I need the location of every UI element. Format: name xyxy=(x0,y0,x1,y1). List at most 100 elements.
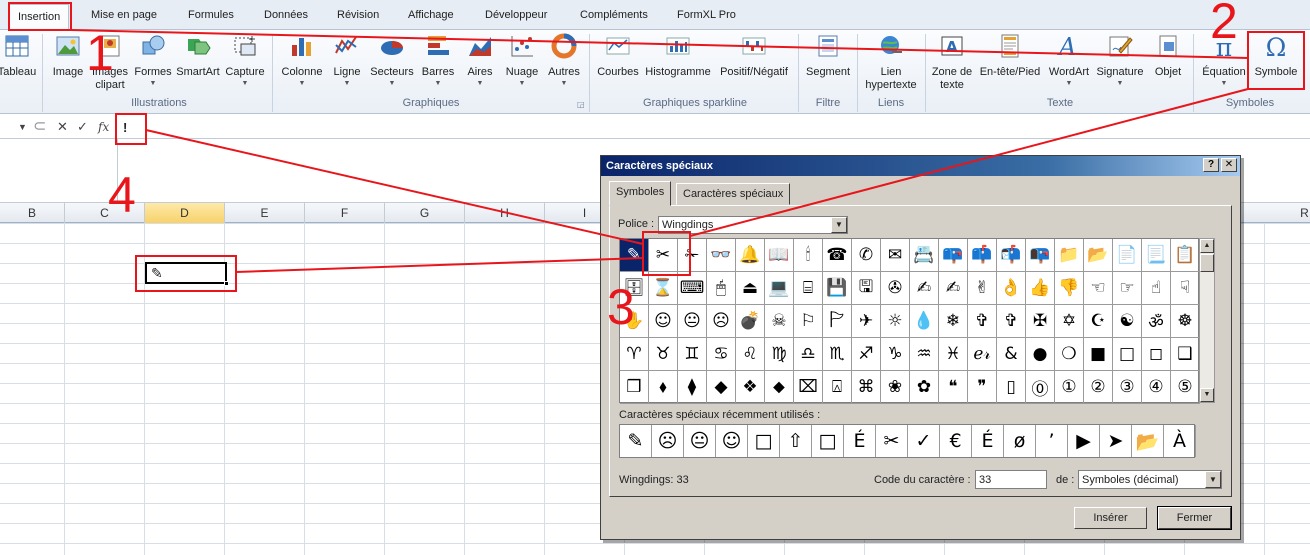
symbol-cell[interactable]: ③ xyxy=(1113,371,1142,404)
symbol-cell[interactable]: ⬧ xyxy=(649,371,678,404)
textbox-button[interactable]: A Zone de texte xyxy=(928,30,976,92)
column-header-r[interactable]: R xyxy=(1265,203,1310,223)
recent-symbol-cell[interactable]: ø xyxy=(1004,425,1036,457)
symbol-cell[interactable]: ⧫ xyxy=(678,371,707,404)
symbol-cell[interactable]: ◻ xyxy=(1142,338,1171,371)
column-header-g[interactable]: G xyxy=(385,203,465,223)
column-chart-button[interactable]: Colonne ▼ xyxy=(277,30,327,88)
cancel-icon[interactable]: ✕ xyxy=(57,119,68,135)
symbol-cell[interactable]: ☎ xyxy=(823,239,852,272)
symbol-cell[interactable]: ✆ xyxy=(852,239,881,272)
symbol-button[interactable]: Ω Symbole xyxy=(1250,30,1302,79)
tab-developpeur[interactable]: Développeur xyxy=(485,9,547,21)
symbol-cell[interactable]: ☝ xyxy=(1142,272,1171,305)
symbol-cell[interactable]: ❀ xyxy=(881,371,910,404)
smartart-button[interactable]: SmartArt xyxy=(174,30,222,79)
symbol-cell[interactable]: ☺ xyxy=(649,305,678,338)
scatter-chart-button[interactable]: Nuage ▼ xyxy=(501,30,543,88)
tab-symboles[interactable]: Symboles xyxy=(609,181,672,206)
symbol-cell[interactable]: ☜ xyxy=(1084,272,1113,305)
symbol-cell[interactable]: 💣 xyxy=(736,305,765,338)
symbol-cell[interactable]: ♍ xyxy=(765,338,794,371)
signature-button[interactable]: Signature ▼ xyxy=(1094,30,1146,88)
symbol-cell[interactable]: ✈ xyxy=(852,305,881,338)
symbol-cell[interactable]: ✿ xyxy=(910,371,939,404)
symbol-cell[interactable]: □ xyxy=(1113,338,1142,371)
symbol-cell[interactable]: ② xyxy=(1084,371,1113,404)
symbol-cell[interactable]: ① xyxy=(1055,371,1084,404)
symbol-scrollbar[interactable]: ▲ ▼ xyxy=(1199,238,1215,403)
recent-symbol-cell[interactable]: ✂ xyxy=(876,425,908,457)
from-select[interactable]: Symboles (décimal) ▼ xyxy=(1078,470,1222,489)
symbol-cell[interactable]: ❞ xyxy=(968,371,997,404)
tab-revision[interactable]: Révision xyxy=(337,9,379,21)
symbol-cell[interactable]: ✞ xyxy=(968,305,997,338)
symbol-cell[interactable]: ⑤ xyxy=(1171,371,1200,404)
symbol-cell[interactable]: ❝ xyxy=(939,371,968,404)
symbol-cell[interactable]: 👍 xyxy=(1026,272,1055,305)
recent-symbol-cell[interactable]: ⇧ xyxy=(780,425,812,457)
symbol-cell[interactable]: 📫 xyxy=(968,239,997,272)
symbol-cell[interactable]: 🕯 xyxy=(794,239,823,272)
column-header-e[interactable]: E xyxy=(225,203,305,223)
symbol-cell[interactable]: ॐ xyxy=(1142,305,1171,338)
symbol-cell[interactable]: ☹ xyxy=(707,305,736,338)
symbol-cell[interactable]: ⌨ xyxy=(678,272,707,305)
symbol-cell[interactable]: 📁 xyxy=(1055,239,1084,272)
recent-symbol-cell[interactable]: ✎ xyxy=(620,425,652,457)
symbol-cell[interactable]: ❑ xyxy=(1171,338,1200,371)
symbol-cell[interactable]: 📭 xyxy=(1026,239,1055,272)
image-button[interactable]: Image xyxy=(48,30,88,79)
symbol-cell[interactable]: ⓪ xyxy=(1026,371,1055,404)
symbol-cell[interactable]: ■ xyxy=(1084,338,1113,371)
area-chart-button[interactable]: Aires ▼ xyxy=(459,30,501,88)
symbol-cell[interactable]: ✉ xyxy=(881,239,910,272)
chevron-down-icon[interactable]: ▼ xyxy=(18,122,27,132)
symbol-cell[interactable]: ☸ xyxy=(1171,305,1200,338)
insert-button[interactable]: Insérer xyxy=(1074,507,1147,529)
symbol-cell[interactable]: 📂 xyxy=(1084,239,1113,272)
bar-chart-button[interactable]: Barres ▼ xyxy=(417,30,459,88)
symbol-cell[interactable]: 🖱 xyxy=(707,272,736,305)
symbol-cell[interactable]: ✌ xyxy=(968,272,997,305)
symbol-cell[interactable]: ⌸ xyxy=(794,272,823,305)
symbol-cell[interactable]: ✁ xyxy=(678,239,707,272)
scroll-up-icon[interactable]: ▲ xyxy=(1200,239,1214,253)
symbol-cell[interactable]: ✇ xyxy=(881,272,910,305)
symbol-cell[interactable]: ● xyxy=(1026,338,1055,371)
recent-symbol-cell[interactable]: É xyxy=(972,425,1004,457)
symbol-cell[interactable]: ☪ xyxy=(1084,305,1113,338)
symbol-cell[interactable]: ♌ xyxy=(736,338,765,371)
symbol-cell[interactable]: ☟ xyxy=(1171,272,1200,305)
recent-symbol-cell[interactable]: ☺ xyxy=(716,425,748,457)
close-icon[interactable]: ✕ xyxy=(1221,158,1237,172)
wordart-button[interactable]: A WordArt ▼ xyxy=(1044,30,1094,88)
symbol-cell[interactable]: ♊ xyxy=(678,338,707,371)
symbol-cell[interactable]: ⏏ xyxy=(736,272,765,305)
symbol-cell[interactable]: ♋ xyxy=(707,338,736,371)
symbol-cell[interactable]: ♏ xyxy=(823,338,852,371)
symbol-cell[interactable]: ◆ xyxy=(707,371,736,404)
symbol-cell[interactable]: ④ xyxy=(1142,371,1171,404)
symbol-cell[interactable]: 📃 xyxy=(1142,239,1171,272)
symbol-cell[interactable]: 😐 xyxy=(678,305,707,338)
dialog-launcher-icon[interactable]: ◲ xyxy=(577,100,585,109)
symbol-cell[interactable]: ♒ xyxy=(910,338,939,371)
active-cell[interactable]: ✎ xyxy=(145,262,229,286)
line-chart-button[interactable]: Ligne ▼ xyxy=(327,30,367,88)
hyperlink-button[interactable]: Lien hypertexte xyxy=(860,30,922,92)
recent-symbol-cell[interactable]: É xyxy=(844,425,876,457)
symbol-cell[interactable]: 📖 xyxy=(765,239,794,272)
recent-symbol-cell[interactable]: ✓ xyxy=(908,425,940,457)
symbol-cell[interactable]: ❖ xyxy=(736,371,765,404)
scroll-down-icon[interactable]: ▼ xyxy=(1200,388,1214,402)
recent-symbol-cell[interactable]: À xyxy=(1164,425,1196,457)
column-header-h[interactable]: H xyxy=(465,203,545,223)
symbol-cell[interactable]: ☼ xyxy=(881,305,910,338)
symbol-cell[interactable]: ⬥ xyxy=(765,371,794,404)
symbol-cell[interactable]: ♉ xyxy=(649,338,678,371)
symbol-cell[interactable]: ✍ xyxy=(910,272,939,305)
symbol-cell[interactable]: & xyxy=(997,338,1026,371)
symbol-cell[interactable]: ▯ xyxy=(997,371,1026,404)
symbol-cell[interactable]: 📇 xyxy=(910,239,939,272)
